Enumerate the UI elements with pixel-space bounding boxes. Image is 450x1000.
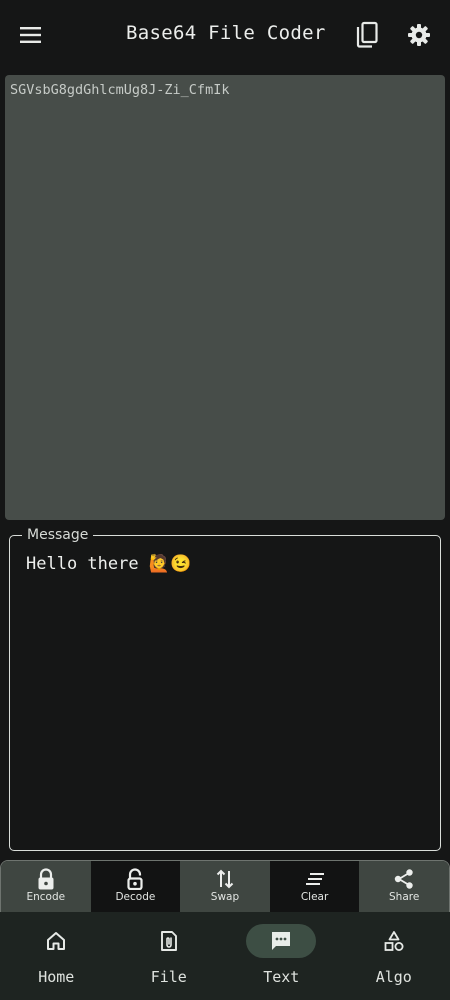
nav-pill-home <box>21 924 91 958</box>
message-field[interactable]: Message Hello there 🙋😉 <box>9 525 441 851</box>
unlock-icon <box>127 868 143 890</box>
menu-icon <box>20 27 41 43</box>
lock-icon <box>38 868 54 890</box>
nav-label-text: Text <box>263 968 300 986</box>
encode-label: Encode <box>26 891 66 903</box>
settings-icon <box>408 24 430 46</box>
message-label: Message <box>22 525 94 545</box>
encoded-output-field[interactable]: SGVsbG8gdGhlcmUg8J-Zi_CfmIk <box>5 75 445 520</box>
top-app-bar: Base64 File Coder <box>0 0 450 70</box>
swap-vertical-icon <box>216 869 234 889</box>
nav-label-home: Home <box>38 968 75 986</box>
swap-label: Swap <box>210 891 240 903</box>
nav-label-file: File <box>150 968 187 986</box>
share-label: Share <box>389 891 420 903</box>
nav-item-file[interactable]: File <box>113 912 226 1000</box>
clear-button[interactable]: Clear <box>269 861 360 912</box>
encode-button[interactable]: Encode <box>1 861 91 912</box>
settings-button[interactable] <box>402 18 436 52</box>
clear-lines-icon <box>305 873 324 885</box>
file-attachment-icon <box>160 931 177 951</box>
decode-button[interactable]: Decode <box>90 861 181 912</box>
share-icon <box>394 869 413 889</box>
app-title: Base64 File Coder <box>126 22 326 44</box>
share-button[interactable]: Share <box>359 861 449 912</box>
clear-label: Clear <box>300 891 329 903</box>
copy-icon <box>356 21 378 48</box>
swap-button[interactable]: Swap <box>180 861 270 912</box>
bottom-navigation: Home File Text Algo <box>0 912 450 1000</box>
action-toolbar: Encode Decode Swap Clear Share <box>0 860 450 912</box>
nav-pill-file <box>134 924 204 958</box>
shapes-icon <box>384 931 404 951</box>
home-icon <box>47 932 66 950</box>
nav-item-algo[interactable]: Algo <box>338 912 450 1000</box>
copy-button[interactable] <box>350 18 384 52</box>
nav-pill-algo <box>359 924 429 958</box>
nav-label-algo: Algo <box>375 968 412 986</box>
message-input[interactable]: Hello there 🙋😉 <box>26 554 428 574</box>
encoded-output-text: SGVsbG8gdGhlcmUg8J-Zi_CfmIk <box>10 82 230 98</box>
nav-item-text[interactable]: Text <box>225 912 338 1000</box>
message-icon <box>272 932 291 950</box>
nav-pill-text <box>246 924 317 958</box>
nav-item-home[interactable]: Home <box>0 912 113 1000</box>
decode-label: Decode <box>115 891 156 903</box>
menu-button[interactable] <box>14 18 48 52</box>
